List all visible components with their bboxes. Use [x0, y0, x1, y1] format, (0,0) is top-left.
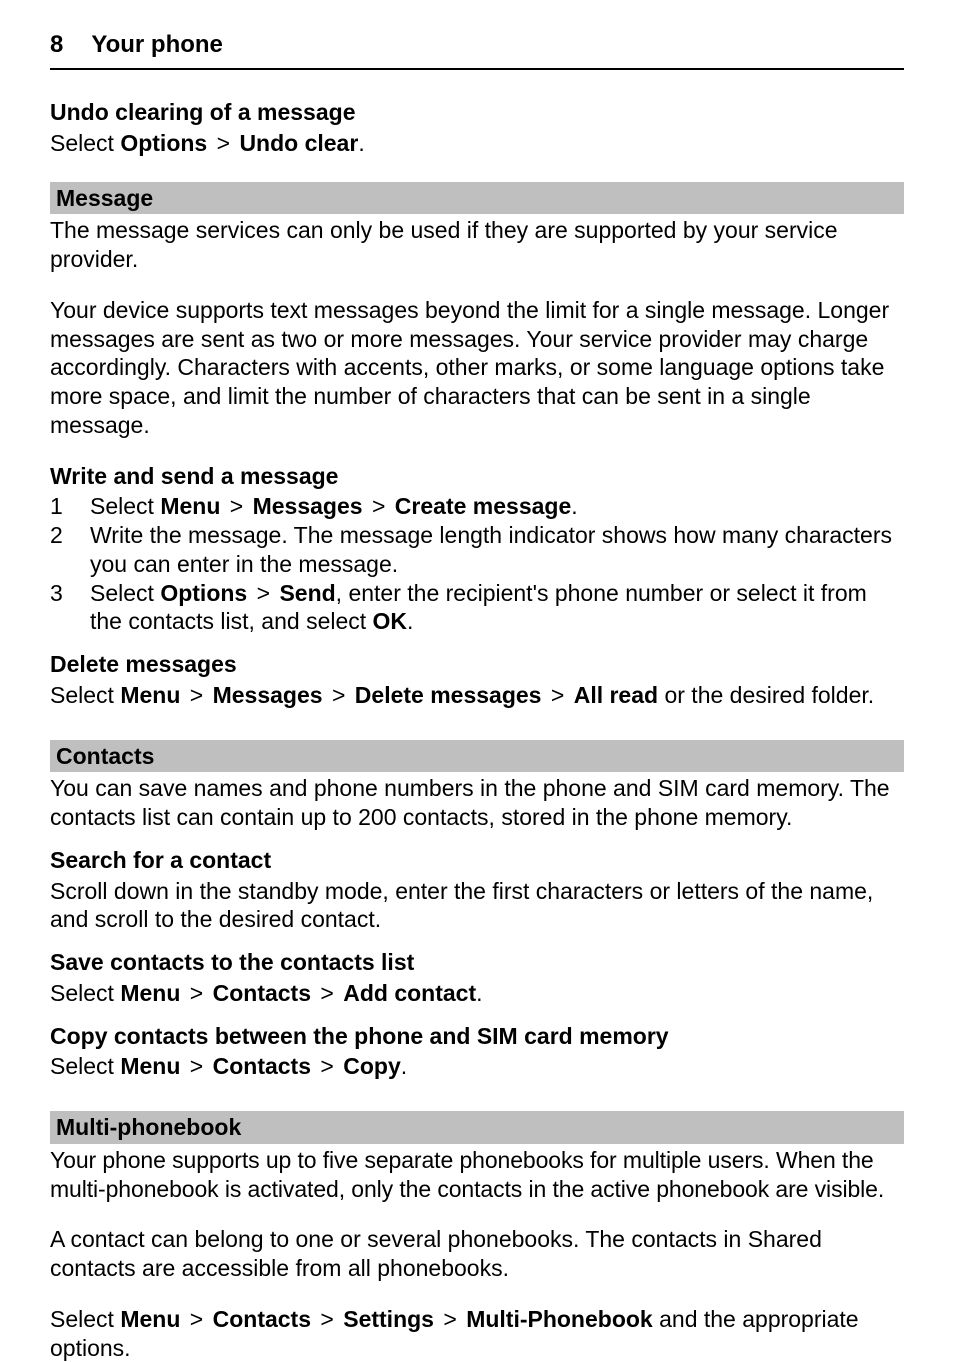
separator-gt: >	[180, 980, 212, 1006]
heading-write-send: Write and send a message	[50, 462, 904, 491]
separator-gt: >	[220, 493, 252, 519]
label-delete-messages: Delete messages	[355, 682, 542, 708]
text-delete-steps: Select Menu > Messages > Delete messages…	[50, 681, 904, 710]
list-body: Select Menu > Messages > Create message.	[90, 492, 904, 521]
text-undo-steps: Select Options > Undo clear.	[50, 129, 904, 158]
text: Select	[50, 1053, 120, 1079]
text: .	[407, 608, 413, 634]
label-messages: Messages	[213, 682, 323, 708]
heading-search-contact: Search for a contact	[50, 846, 904, 875]
separator-gt: >	[541, 682, 573, 708]
text: Select	[50, 130, 120, 156]
text: Select	[90, 493, 160, 519]
list-number: 1	[50, 492, 90, 521]
text-message-p1: The message services can only be used if…	[50, 216, 904, 274]
text: Select	[50, 980, 120, 1006]
section-bar-contacts: Contacts	[50, 740, 904, 773]
list-item: 3 Select Options > Send, enter the recip…	[50, 579, 904, 637]
label-ok: OK	[373, 608, 408, 634]
text: or the desired folder.	[658, 682, 874, 708]
list-item: 2 Write the message. The message length …	[50, 521, 904, 579]
separator-gt: >	[363, 493, 395, 519]
text: Select	[50, 682, 120, 708]
label-menu: Menu	[160, 493, 220, 519]
text-multi-p1: Your phone supports up to five separate …	[50, 1146, 904, 1204]
label-send: Send	[279, 580, 335, 606]
label-create-message: Create message	[395, 493, 571, 519]
label-all-read: All read	[574, 682, 658, 708]
separator-gt: >	[434, 1306, 466, 1332]
text-copy-contacts: Select Menu > Contacts > Copy.	[50, 1052, 904, 1081]
label-copy: Copy	[343, 1053, 401, 1079]
label-multi-phonebook: Multi-Phonebook	[466, 1306, 653, 1332]
separator-gt: >	[311, 980, 343, 1006]
separator-gt: >	[311, 1053, 343, 1079]
label-contacts: Contacts	[213, 980, 311, 1006]
label-menu: Menu	[120, 682, 180, 708]
label-settings: Settings	[343, 1306, 434, 1332]
text: .	[358, 130, 364, 156]
heading-save-contacts: Save contacts to the contacts list	[50, 948, 904, 977]
label-menu: Menu	[120, 1306, 180, 1332]
text: .	[401, 1053, 407, 1079]
label-options: Options	[160, 580, 247, 606]
list-number: 3	[50, 579, 90, 608]
text: .	[476, 980, 482, 1006]
heading-delete-messages: Delete messages	[50, 650, 904, 679]
label-undo-clear: Undo clear	[239, 130, 358, 156]
text: Select	[50, 1306, 120, 1332]
label-menu: Menu	[120, 1053, 180, 1079]
section-undo: Undo clearing of a message Select Option…	[50, 98, 904, 158]
section-bar-multiphonebook: Multi-phonebook	[50, 1111, 904, 1144]
page-title: Your phone	[91, 30, 223, 60]
text-multi-select: Select Menu > Contacts > Settings > Mult…	[50, 1305, 904, 1362]
label-contacts: Contacts	[213, 1306, 311, 1332]
text: Select	[90, 580, 160, 606]
page-header: 8 Your phone	[50, 30, 904, 70]
label-messages: Messages	[253, 493, 363, 519]
separator-gt: >	[180, 1306, 212, 1332]
separator-gt: >	[180, 1053, 212, 1079]
list-item: 1 Select Menu > Messages > Create messag…	[50, 492, 904, 521]
text-multi-p2: A contact can belong to one or several p…	[50, 1225, 904, 1283]
text: .	[571, 493, 577, 519]
text-save-contacts: Select Menu > Contacts > Add contact.	[50, 979, 904, 1008]
heading-copy-contacts: Copy contacts between the phone and SIM …	[50, 1022, 904, 1051]
separator-gt: >	[180, 682, 212, 708]
separator-gt: >	[311, 1306, 343, 1332]
separator-gt: >	[207, 130, 239, 156]
label-menu: Menu	[120, 980, 180, 1006]
text-search-contact: Scroll down in the standby mode, enter t…	[50, 877, 904, 935]
label-add-contact: Add contact	[343, 980, 476, 1006]
list-number: 2	[50, 521, 90, 550]
list-body: Write the message. The message length in…	[90, 521, 904, 579]
ordered-list-write: 1 Select Menu > Messages > Create messag…	[50, 492, 904, 636]
text-contacts-p1: You can save names and phone numbers in …	[50, 774, 904, 832]
list-body: Select Options > Send, enter the recipie…	[90, 579, 904, 637]
label-contacts: Contacts	[213, 1053, 311, 1079]
text-message-p2: Your device supports text messages beyon…	[50, 296, 904, 440]
label-options: Options	[120, 130, 207, 156]
heading-undo: Undo clearing of a message	[50, 98, 904, 127]
separator-gt: >	[247, 580, 279, 606]
section-bar-message: Message	[50, 182, 904, 215]
separator-gt: >	[323, 682, 355, 708]
page-number: 8	[50, 30, 63, 60]
